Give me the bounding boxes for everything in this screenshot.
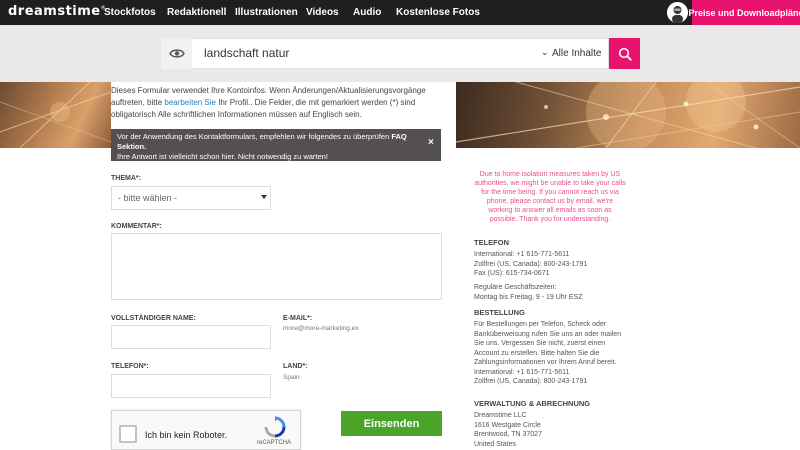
comment-textarea[interactable] — [111, 233, 442, 300]
intro-text: Dieses Formular verwendet Ihre Kontoinfo… — [111, 86, 426, 119]
full-name-label: VOLLSTÄNDIGER NAME: — [111, 315, 196, 322]
hero-image-right — [456, 82, 800, 148]
admin-address: Dreamstime LLC 1616 Westgate Circle Bren… — [474, 412, 542, 448]
submit-button[interactable]: Einsenden — [341, 411, 442, 436]
admin-heading: VERWALTUNG & ABRECHNUNG — [474, 399, 591, 408]
country-label: LAND*: — [283, 363, 308, 370]
recaptcha-text: Ich bin kein Roboter. — [145, 430, 228, 440]
pricing-plans-button[interactable]: Preise und Downloadpläne — [688, 0, 800, 25]
search-input[interactable]: landschaft natur — [204, 46, 289, 60]
recaptcha-brand: reCAPTCHA — [257, 440, 292, 446]
phone-label: TELEFON*: — [111, 363, 149, 370]
nav-item-videos[interactable]: Videos — [306, 7, 339, 18]
chevron-down-icon[interactable]: ⌄ — [541, 47, 549, 58]
topic-select[interactable]: - bitte wählen - — [111, 186, 271, 210]
email-label: E-MAIL*: — [283, 315, 313, 322]
nav-item-kostenlose-fotos[interactable]: Kostenlose Fotos — [396, 7, 480, 18]
recaptcha-icon — [263, 416, 287, 443]
nav-item-illustrationen[interactable]: Illustrationen — [235, 7, 298, 18]
search-scope-select[interactable]: Alle Inhalte — [552, 48, 601, 59]
edit-profile-link[interactable]: bearbeiten Sie — [164, 98, 216, 107]
recaptcha-checkbox[interactable] — [119, 425, 137, 443]
nav-item-redaktionell[interactable]: Redaktionell — [167, 7, 226, 18]
phone-input[interactable] — [111, 374, 271, 398]
nav-item-stockfotos[interactable]: Stockfotos — [104, 7, 156, 18]
search-button[interactable] — [609, 38, 640, 69]
eye-icon[interactable] — [161, 38, 192, 69]
nav-item-audio[interactable]: Audio — [353, 7, 381, 18]
email-value: more@more-marketing.ex — [283, 325, 359, 332]
order-heading: BESTELLUNG — [474, 308, 525, 317]
phone-heading: TELEFON — [474, 238, 509, 247]
order-details: Für Bestellungen per Telefon, Scheck ode… — [474, 321, 622, 385]
search-icon — [618, 47, 632, 61]
business-hours: Reguläre Geschäftszeiten: Montag bis Fre… — [474, 284, 583, 301]
close-icon[interactable]: × — [428, 137, 434, 148]
user-avatar[interactable] — [667, 2, 688, 23]
chevron-down-icon — [261, 195, 267, 199]
comment-label: KOMMENTAR*: — [111, 223, 162, 230]
full-name-input[interactable] — [111, 325, 271, 349]
topic-label: THEMA*: — [111, 175, 141, 182]
country-value: Spain — [283, 374, 300, 381]
faq-notice: Vor der Anwendung des Kontaktformulars, … — [111, 129, 441, 161]
phone-details: International: +1 615-771-5611 Zollfrei … — [474, 251, 588, 277]
dreamstime-logo[interactable]: dreamstime® — [8, 4, 106, 19]
covid-notice: Due to home isolation measures taken by … — [474, 171, 626, 223]
hero-image-left — [0, 82, 111, 148]
